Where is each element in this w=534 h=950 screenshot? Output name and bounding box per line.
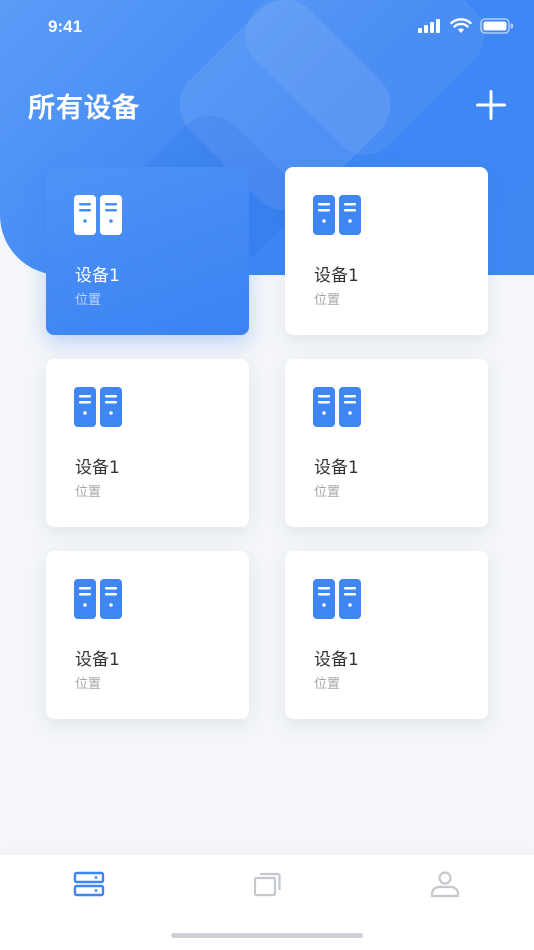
battery-icon	[480, 18, 513, 34]
signal-icon	[418, 19, 440, 33]
status-icons	[418, 18, 514, 34]
device-location: 位置	[314, 293, 341, 308]
windows-tab-icon	[253, 872, 281, 897]
device-card[interactable]: 设备1 位置	[46, 551, 249, 719]
tab-devices[interactable]	[72, 869, 106, 899]
device-card[interactable]: 设备1 位置	[285, 551, 488, 719]
server-icon	[313, 195, 361, 235]
page-title: 所有设备	[28, 93, 140, 124]
device-name: 设备1	[75, 650, 120, 670]
plus-icon	[476, 90, 506, 120]
device-name: 设备1	[314, 458, 359, 478]
device-location: 位置	[75, 485, 102, 500]
device-card[interactable]: 设备1 位置	[46, 167, 249, 335]
add-device-button[interactable]	[474, 88, 508, 122]
device-name: 设备1	[75, 458, 120, 478]
profile-tab-icon	[430, 871, 460, 898]
wifi-icon	[450, 18, 472, 33]
devices-tab-icon	[73, 871, 105, 897]
device-grid: 设备1 位置 设备1 位置 设备1 位置 设备1 位置 设备1 位置 设备1 位…	[46, 167, 488, 719]
status-bar: 9:41	[0, 0, 534, 54]
server-icon	[74, 579, 122, 619]
home-indicator	[171, 933, 363, 938]
tab-profile[interactable]	[428, 869, 462, 899]
server-icon	[313, 387, 361, 427]
server-icon	[74, 195, 122, 235]
device-location: 位置	[75, 293, 102, 308]
server-icon	[74, 387, 122, 427]
device-card[interactable]: 设备1 位置	[285, 359, 488, 527]
device-location: 位置	[314, 485, 341, 500]
tab-windows[interactable]	[250, 869, 284, 899]
device-card[interactable]: 设备1 位置	[285, 167, 488, 335]
device-location: 位置	[314, 677, 341, 692]
device-name: 设备1	[75, 266, 120, 286]
device-name: 设备1	[314, 650, 359, 670]
device-name: 设备1	[314, 266, 359, 286]
status-time: 9:41	[48, 17, 83, 36]
device-location: 位置	[75, 677, 102, 692]
device-card[interactable]: 设备1 位置	[46, 359, 249, 527]
server-icon	[313, 579, 361, 619]
